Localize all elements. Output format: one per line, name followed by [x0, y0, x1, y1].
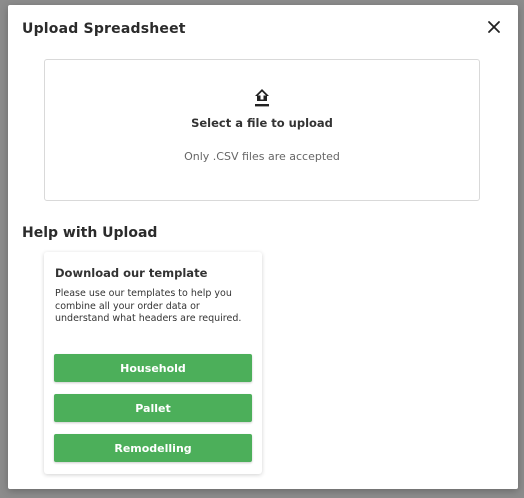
dropzone-title: Select a file to upload: [191, 116, 333, 130]
remodelling-template-button[interactable]: Remodelling: [54, 434, 252, 462]
pallet-template-button[interactable]: Pallet: [54, 394, 252, 422]
upload-modal: Upload Spreadsheet Select a file to uplo…: [8, 5, 518, 489]
help-section-title: Help with Upload: [22, 225, 158, 241]
template-card: Download our template Please use our tem…: [44, 252, 262, 474]
file-dropzone[interactable]: Select a file to upload Only .CSV files …: [44, 59, 480, 201]
template-card-description: Please use our templates to help you com…: [55, 288, 242, 324]
dropzone-subtitle: Only .CSV files are accepted: [184, 150, 340, 163]
close-icon: [488, 21, 500, 33]
upload-icon: [255, 89, 269, 107]
modal-title: Upload Spreadsheet: [22, 21, 186, 37]
household-template-button[interactable]: Household: [54, 354, 252, 382]
close-button[interactable]: [486, 19, 502, 35]
template-card-title: Download our template: [55, 266, 208, 280]
